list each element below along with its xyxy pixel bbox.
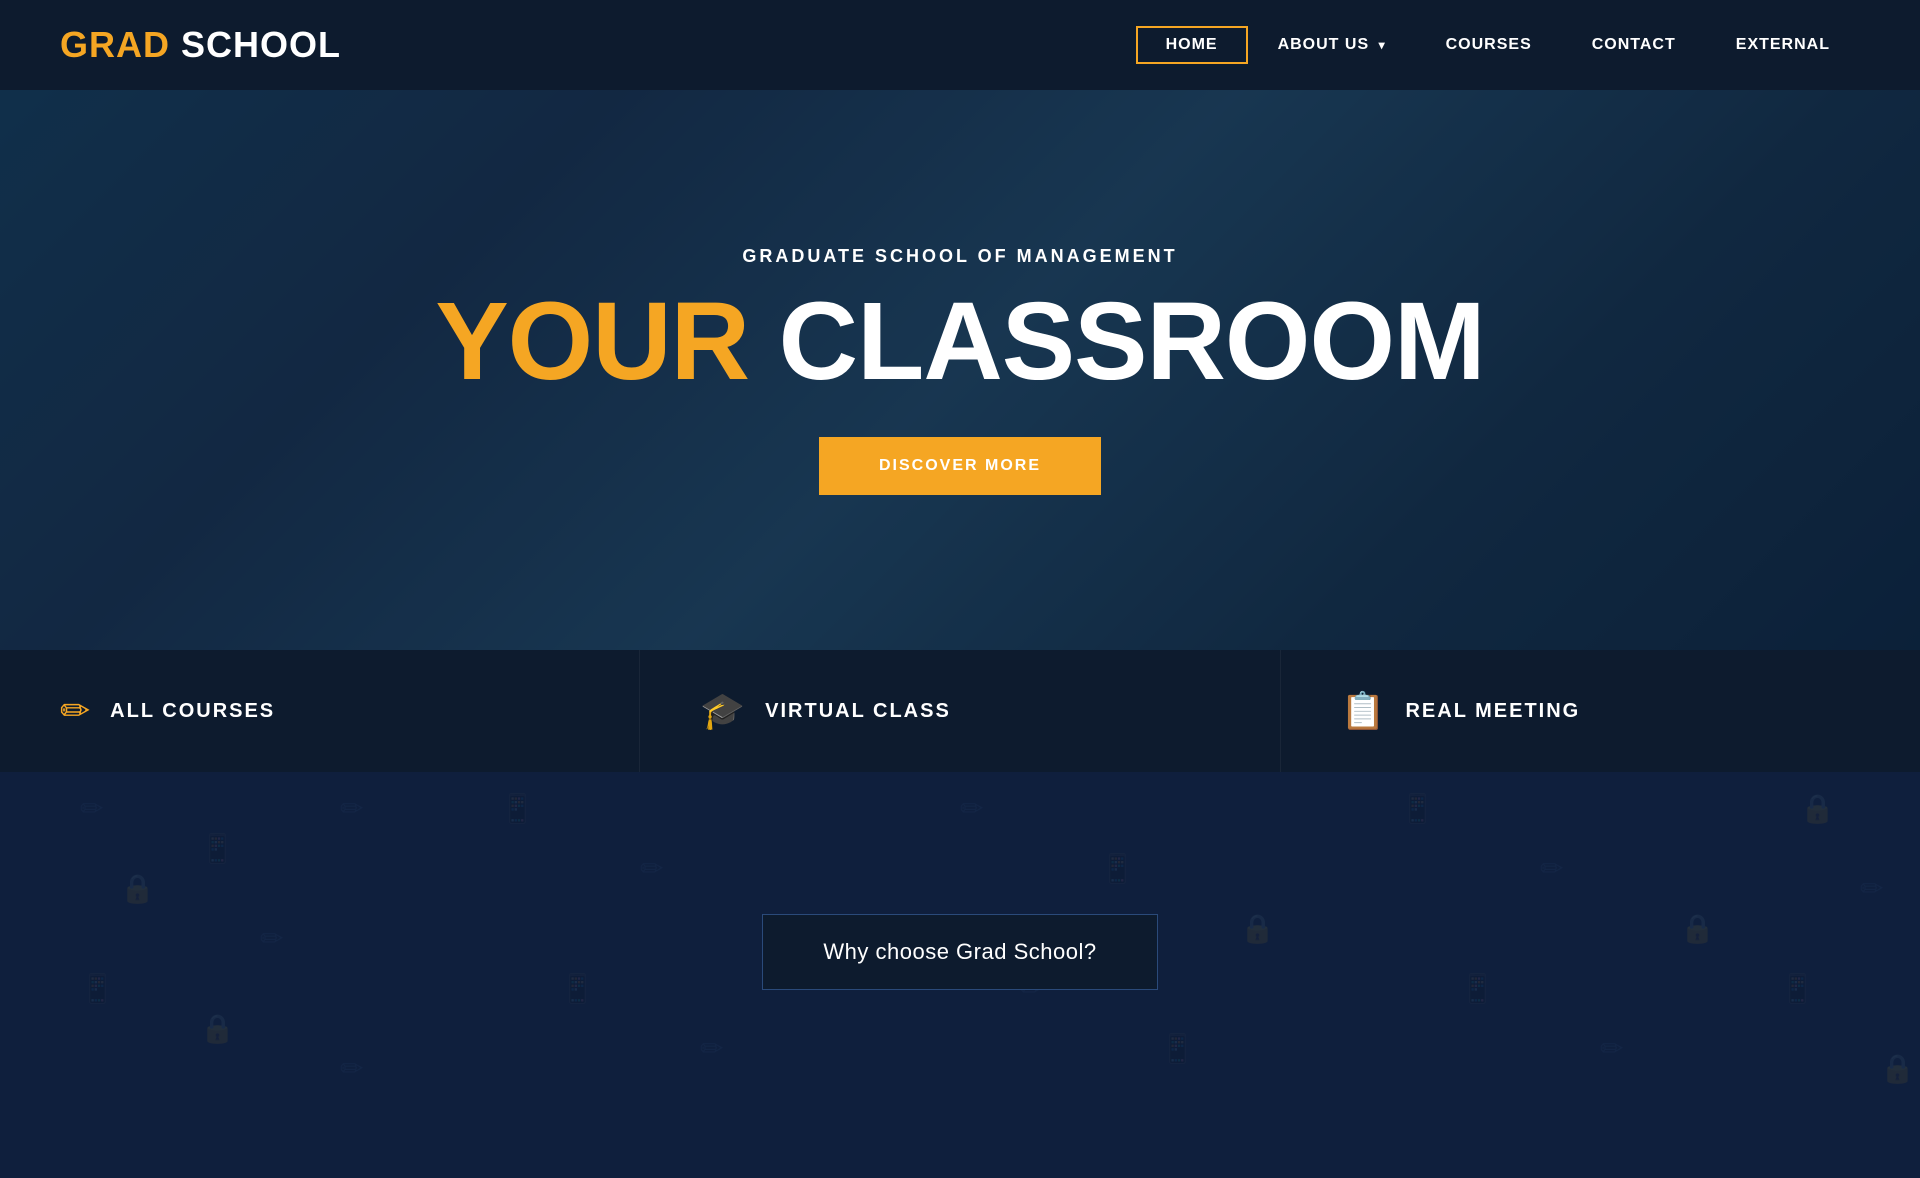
pattern-icon-13: ✏ (700, 1032, 723, 1065)
pattern-icon-23: ✏ (1600, 1032, 1623, 1065)
why-choose-box[interactable]: Why choose Grad School? (762, 914, 1157, 990)
pattern-icon-1: ✏ (80, 792, 103, 825)
discover-more-button[interactable]: DISCOVER MORE (819, 437, 1101, 495)
logo[interactable]: GRAD SCHOOL (60, 24, 341, 66)
nav-links: HOME ABOUT US ▾ COURSES CONTACT EXTERNAL (1136, 26, 1860, 64)
card-real-meeting-label: REAL MEETING (1405, 700, 1580, 723)
pattern-icon-24: 🔒 (1800, 792, 1835, 825)
nav-item-home[interactable]: HOME (1136, 26, 1248, 64)
card-all-courses[interactable]: ✏ ALL COURSES (0, 650, 640, 772)
pattern-icon-27: 🔒 (1880, 1052, 1915, 1085)
pattern-icon-2: 📱 (200, 832, 235, 865)
pattern-icon-19: 📱 (1400, 792, 1435, 825)
pattern-icon-20: ✏ (1540, 852, 1563, 885)
pattern-icon-22: 📱 (1460, 972, 1495, 1005)
pattern-icon-4: 🔒 (120, 872, 155, 905)
hero-section: GRADUATE SCHOOL OF MANAGEMENT YOUR CLASS… (0, 90, 1920, 650)
pattern-icon-18: 📱 (1160, 1032, 1195, 1065)
card-virtual-class-label: VIRTUAL CLASS (765, 700, 951, 723)
lower-section: ✏ 📱 ✏ 🔒 ✏ 📱 🔒 ✏ 📱 ✏ 🔒 📱 ✏ ✏ 📱 🔒 ✏ 📱 📱 ✏ … (0, 772, 1920, 1132)
pattern-icon-8: ✏ (340, 1052, 363, 1085)
pattern-icon-21: 🔒 (1680, 912, 1715, 945)
chevron-down-icon: ▾ (1379, 38, 1386, 52)
pattern-icon-7: 🔒 (200, 1012, 235, 1045)
hero-title-classroom: CLASSROOM (749, 280, 1485, 403)
pattern-icon-14: ✏ (960, 792, 983, 825)
hero-content: GRADUATE SCHOOL OF MANAGEMENT YOUR CLASS… (435, 246, 1484, 495)
card-virtual-class[interactable]: 🎓 VIRTUAL CLASS (640, 650, 1280, 772)
nav-link-external[interactable]: EXTERNAL (1706, 26, 1860, 64)
nav-link-contact[interactable]: CONTACT (1562, 26, 1706, 64)
hero-title-your: YOUR (435, 280, 749, 403)
cards-section: ✏ ALL COURSES 🎓 VIRTUAL CLASS 📋 REAL MEE… (0, 650, 1920, 772)
nav-item-external[interactable]: EXTERNAL (1706, 26, 1860, 64)
card-real-meeting[interactable]: 📋 REAL MEETING (1281, 650, 1920, 772)
nav-item-courses[interactable]: COURSES (1416, 26, 1562, 64)
pattern-icon-12: 📱 (560, 972, 595, 1005)
hero-title: YOUR CLASSROOM (435, 287, 1484, 397)
why-choose-label: Why choose Grad School? (823, 939, 1096, 964)
card-all-courses-label: ALL COURSES (110, 700, 275, 723)
pattern-icon-5: ✏ (260, 922, 283, 955)
pattern-icon-26: 📱 (1780, 972, 1815, 1005)
navbar: GRAD SCHOOL HOME ABOUT US ▾ COURSES CONT… (0, 0, 1920, 90)
nav-link-courses[interactable]: COURSES (1416, 26, 1562, 64)
pattern-icon-3: ✏ (340, 792, 363, 825)
pattern-icon-10: ✏ (640, 852, 663, 885)
nav-link-home[interactable]: HOME (1136, 26, 1248, 64)
pattern-icon-16: 🔒 (1240, 912, 1275, 945)
pattern-icon-9: 📱 (500, 792, 535, 825)
pencil-icon: ✏ (60, 690, 90, 732)
logo-grad: GRAD (60, 24, 170, 65)
nav-item-contact[interactable]: CONTACT (1562, 26, 1706, 64)
pattern-icon-6: 📱 (80, 972, 115, 1005)
pattern-icon-25: ✏ (1860, 872, 1883, 905)
nav-link-about[interactable]: ABOUT US ▾ (1248, 26, 1416, 64)
clipboard-icon: 📋 (1341, 690, 1386, 732)
logo-school: SCHOOL (170, 24, 341, 65)
nav-item-about[interactable]: ABOUT US ▾ (1248, 26, 1416, 64)
pattern-icon-15: 📱 (1100, 852, 1135, 885)
graduation-cap-icon: 🎓 (700, 690, 745, 732)
hero-subtitle: GRADUATE SCHOOL OF MANAGEMENT (435, 246, 1484, 267)
